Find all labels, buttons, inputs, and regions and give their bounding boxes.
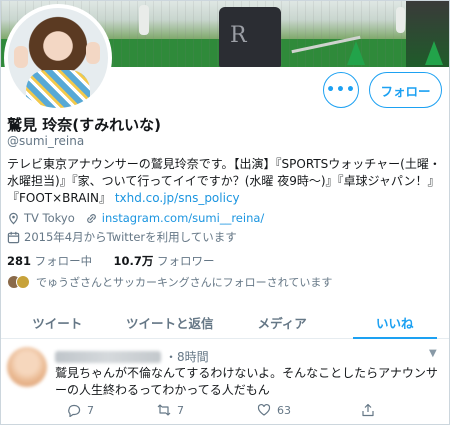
retweet-icon (157, 404, 171, 416)
following-count: 281 (7, 254, 32, 268)
tab-likes[interactable]: いいね (339, 303, 450, 339)
tweet-timestamp[interactable]: ・8時間 (165, 348, 209, 365)
tab-tweets[interactable]: ツイート (1, 303, 114, 338)
profile-location: TV Tokyo (24, 211, 75, 225)
follow-button[interactable]: フォロー (369, 72, 442, 108)
banner-cone (347, 41, 365, 65)
profile-avatar[interactable] (4, 4, 112, 112)
followed-by-row[interactable]: でゅうざさんとサッカーキングさんにフォローされています (7, 274, 332, 290)
profile-joined-row: 2015年4月からTwitterを利用しています (7, 229, 237, 245)
followers-label: フォロワー (157, 254, 215, 268)
reply-button[interactable]: 7 (67, 403, 94, 417)
heart-icon (257, 403, 271, 416)
banner-player (396, 7, 405, 33)
tweet-actions: 7 7 63 (55, 403, 445, 419)
bio-link[interactable]: txhd.co.jp/sns_policy (115, 191, 240, 205)
banner-bag (219, 7, 281, 67)
profile-page: R ••• フォロー 鷲見 玲奈(すみれいな) @sumi_reina テレビ東… (0, 0, 450, 425)
tweet-text: 鷲見ちゃんが不倫なんてするわけないよ。そんなことしたらアナウンサーの人生終わるっ… (55, 366, 438, 397)
profile-website[interactable]: instagram.com/sumi__reina/ (102, 211, 265, 225)
followers-count: 10.7万 (113, 254, 154, 268)
follow-stats: 281 フォロー中 10.7万 フォロワー (7, 253, 215, 269)
profile-tabs: ツイート ツイートと返信 メディア いいね (1, 303, 450, 339)
share-button[interactable] (361, 403, 381, 417)
bag-logo-letter: R (230, 23, 247, 48)
location-pin-icon (9, 212, 18, 224)
followers-link[interactable]: 10.7万 フォロワー (113, 254, 214, 268)
link-icon (86, 213, 96, 223)
like-count: 63 (277, 403, 291, 417)
display-name: 鷲見 玲奈(すみれいな) (7, 116, 161, 134)
following-link[interactable]: 281 フォロー中 (7, 254, 92, 268)
tweet-header: ・8時間 (55, 348, 209, 365)
share-icon (362, 403, 374, 417)
followed-by-text: でゅうざさんとサッカーキングさんにフォローされています (36, 276, 333, 289)
tweet-author-name-blurred[interactable] (55, 350, 161, 363)
profile-joined-date: 2015年4月からTwitterを利用しています (24, 230, 237, 244)
avatar-hand (86, 42, 100, 64)
tab-media[interactable]: メディア (226, 303, 339, 338)
chevron-down-icon[interactable]: ▼ (429, 348, 437, 359)
following-label: フォロー中 (34, 254, 93, 268)
retweet-button[interactable]: 7 (157, 403, 184, 417)
avatar-dress (26, 70, 90, 108)
profile-location-row: TV Tokyo instagram.com/sumi__reina/ (7, 211, 264, 225)
more-options-button[interactable]: ••• (323, 72, 359, 108)
tab-tweets-and-replies[interactable]: ツイートと返信 (114, 303, 227, 338)
tweet-author-avatar[interactable] (7, 347, 47, 387)
follower-avatar (16, 275, 30, 289)
banner-cone (425, 41, 443, 65)
avatar-hand (14, 46, 28, 68)
banner-player (139, 5, 149, 35)
reply-icon (68, 404, 81, 417)
user-handle: @sumi_reina (7, 134, 85, 148)
reply-count: 7 (87, 403, 94, 417)
like-button[interactable]: 63 (257, 403, 291, 417)
retweet-count: 7 (177, 403, 184, 417)
profile-bio: テレビ東京アナウンサーの鷲見玲奈です。【出演】『SPORTSウォッチャー(土曜・… (7, 156, 447, 207)
calendar-icon (7, 231, 20, 243)
